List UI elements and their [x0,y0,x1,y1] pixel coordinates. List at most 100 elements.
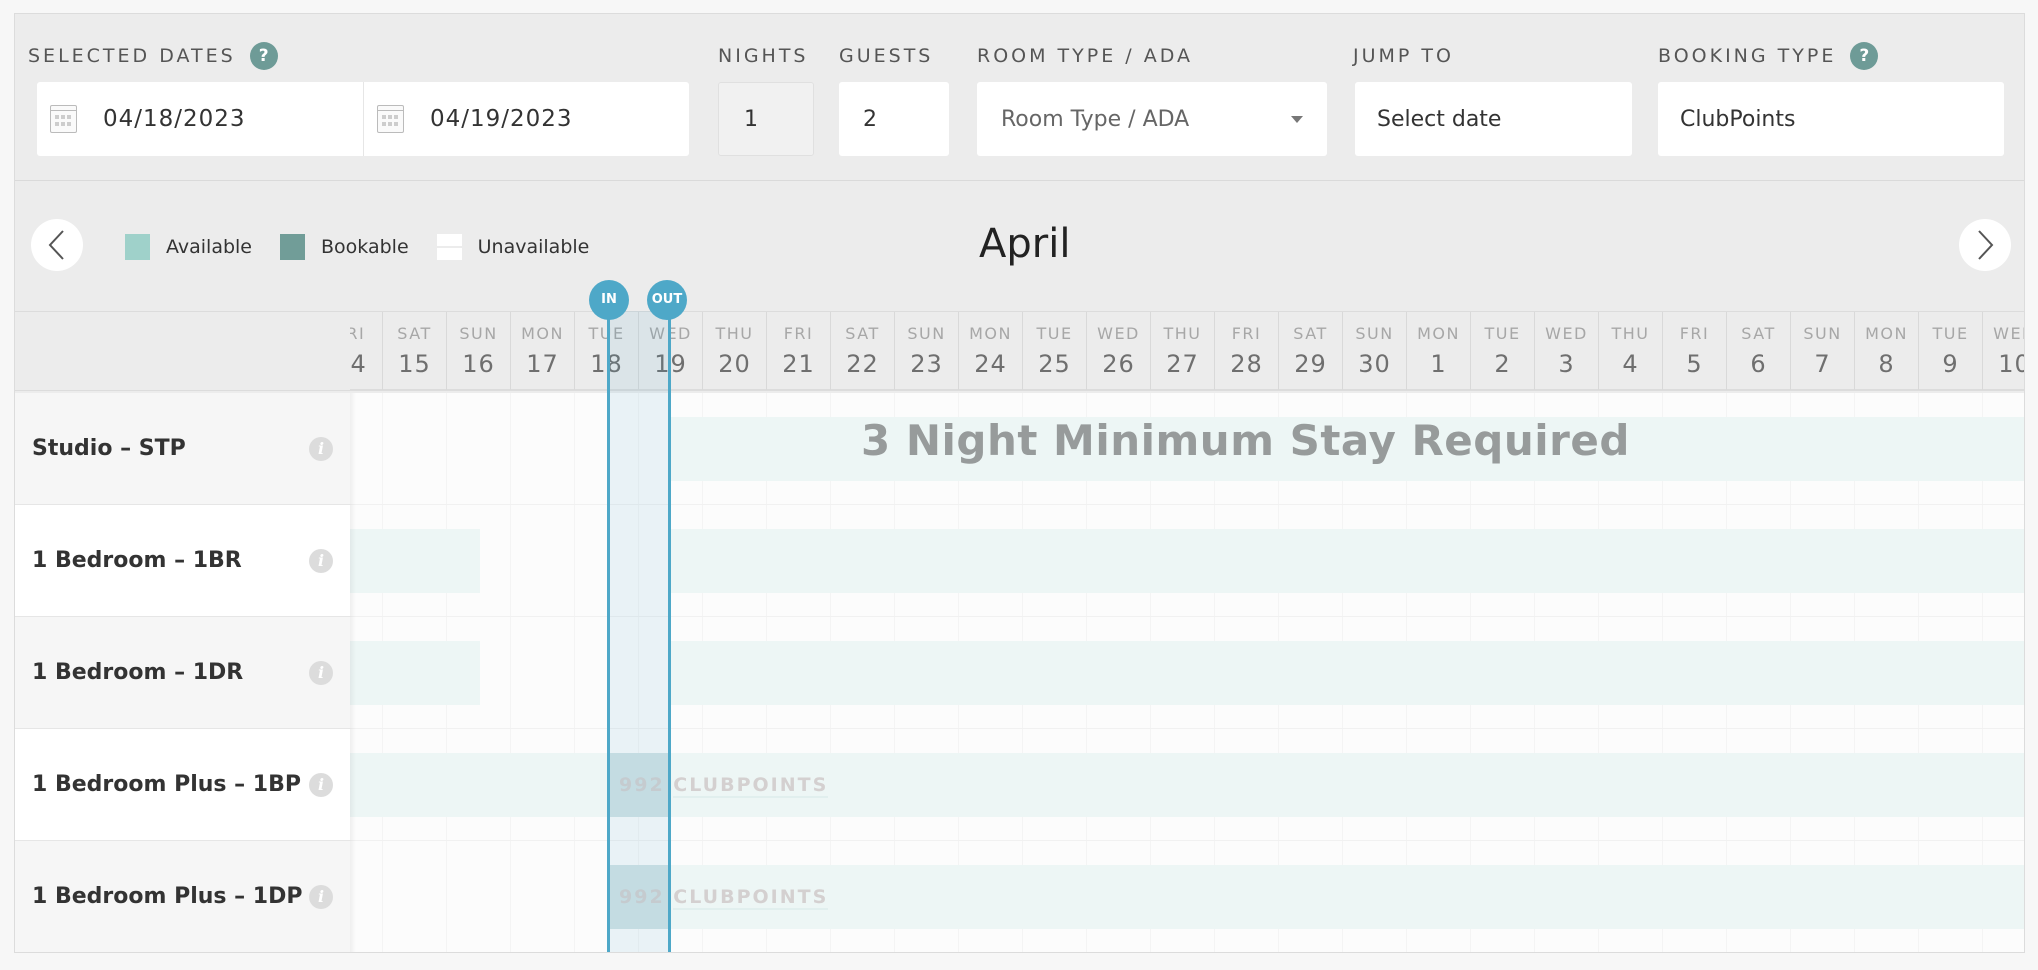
day-number: 26 [1102,350,1135,378]
day-column[interactable]: TUE 9 [1918,312,1982,390]
available-bar[interactable] [669,529,2024,593]
jump-to-label: JUMP TO [1353,45,1454,67]
day-number: 1 [1430,350,1447,378]
chevron-left-icon [48,230,64,260]
check-out-date-field[interactable]: 04/19/2023 [363,82,689,156]
day-column[interactable]: THU 27 [1150,312,1214,390]
unavailable-swatch [436,234,462,260]
check-in-date-field[interactable]: 04/18/2023 [37,82,363,156]
day-column[interactable]: MON 24 [958,312,1022,390]
day-column[interactable]: THU 4 [1598,312,1662,390]
min-stay-notice: 3 Night Minimum Stay Required [861,416,1630,465]
available-swatch [125,234,150,260]
day-of-week: TUE [1484,324,1521,343]
day-column[interactable]: FRI 28 [1214,312,1278,390]
chevron-right-icon [1978,230,1994,260]
available-bar[interactable] [669,753,2024,817]
day-of-week: FRI [783,324,814,343]
selected-dates-label: SELECTED DATES ? [28,42,278,70]
day-of-week: SAT [845,324,880,343]
day-number: 6 [1750,350,1767,378]
search-bar: SELECTED DATES ? 04/18/2023 04/19/2023 N… [15,14,2024,181]
day-of-week: THU [1611,324,1650,343]
points-unit: CLUBPOINTS [673,774,829,798]
day-column[interactable]: SAT 22 [830,312,894,390]
day-number: 23 [910,350,943,378]
room-name: 1 Bedroom Plus – 1DP [32,884,303,909]
check-in-line [607,314,610,952]
points-unit: CLUBPOINTS [673,886,829,910]
day-column[interactable]: FRI 5 [1662,312,1726,390]
help-icon[interactable]: ? [1850,42,1879,70]
available-bar[interactable] [350,529,480,593]
day-number: 20 [718,350,751,378]
day-of-week: MON [521,324,564,343]
day-column[interactable]: SUN 16 [446,312,510,390]
calendar-icon [50,105,77,133]
help-icon[interactable]: ? [249,42,278,70]
day-of-week: MON [1865,324,1908,343]
month-title: April [979,221,1071,267]
day-column[interactable]: TUE18 [574,312,638,390]
day-column[interactable]: TUE 25 [1022,312,1086,390]
day-number: 8 [1878,350,1895,378]
next-month-button[interactable] [1959,219,2011,271]
day-number: 10 [1998,350,2024,378]
available-bar[interactable] [350,641,480,705]
info-icon[interactable]: i [309,773,333,797]
day-number: 30 [1358,350,1391,378]
day-column[interactable]: WED 26 [1086,312,1150,390]
day-column[interactable]: THU 20 [702,312,766,390]
day-column[interactable]: SUN 7 [1790,312,1854,390]
info-icon[interactable]: i [309,437,333,461]
info-icon[interactable]: i [309,661,333,685]
day-column[interactable]: MON 8 [1854,312,1918,390]
day-of-week: MON [1417,324,1460,343]
day-number: 16 [462,350,495,378]
day-column[interactable]: SAT 6 [1726,312,1790,390]
day-number: 21 [782,350,815,378]
points-price-label[interactable]: 992 CLUBPOINTS [619,774,829,798]
booking-type-field[interactable]: ClubPoints [1658,82,2004,156]
room-type-row-label: 1 Bedroom Plus – 1BP i [15,729,350,841]
day-column[interactable]: SUN 30 [1342,312,1406,390]
legend-bookable: Bookable [280,234,409,260]
booking-type-label: BOOKING TYPE ? [1658,42,1879,70]
available-bar[interactable] [669,865,2024,929]
day-column[interactable]: SAT 15 [382,312,446,390]
nights-field: 1 [718,82,814,156]
jump-to-date-field[interactable]: Select date [1355,82,1632,156]
nights-label: NIGHTS [718,45,809,67]
day-column[interactable]: MON 1 [1406,312,1470,390]
day-column[interactable]: TUE 2 [1470,312,1534,390]
day-of-week: TUE [1036,324,1073,343]
date-range-field: 04/18/2023 04/19/2023 [37,82,689,156]
check-out-pin[interactable]: OUT [647,280,687,320]
day-column[interactable]: SUN 23 [894,312,958,390]
day-of-week: THU [1163,324,1202,343]
points-price-label[interactable]: 992 CLUBPOINTS [619,886,829,910]
info-icon[interactable]: i [309,885,333,909]
bookable-swatch [280,234,306,260]
day-of-week: SAT [397,324,432,343]
day-column[interactable]: WED 10 [1982,312,2024,390]
room-type-select[interactable]: Room Type / ADA [977,82,1327,156]
info-icon[interactable]: i [309,549,333,573]
day-column[interactable]: WED 3 [1534,312,1598,390]
day-of-week: SAT [1741,324,1776,343]
booking-panel: SELECTED DATES ? 04/18/2023 04/19/2023 N… [14,13,2025,953]
available-bar[interactable] [350,753,609,817]
check-in-pin[interactable]: IN [589,280,629,320]
day-of-week: FRI [1679,324,1710,343]
day-of-week: SUN [1803,324,1842,343]
day-number: 7 [1814,350,1831,378]
legend-available: Available [125,234,252,260]
guests-field[interactable]: 2 [839,82,949,156]
day-column[interactable]: FRI 21 [766,312,830,390]
previous-month-button[interactable] [31,219,83,271]
room-name: Studio – STP [32,436,186,461]
available-bar[interactable] [669,641,2024,705]
day-column[interactable]: MON 17 [510,312,574,390]
day-of-week: SUN [907,324,946,343]
day-column[interactable]: SAT 29 [1278,312,1342,390]
